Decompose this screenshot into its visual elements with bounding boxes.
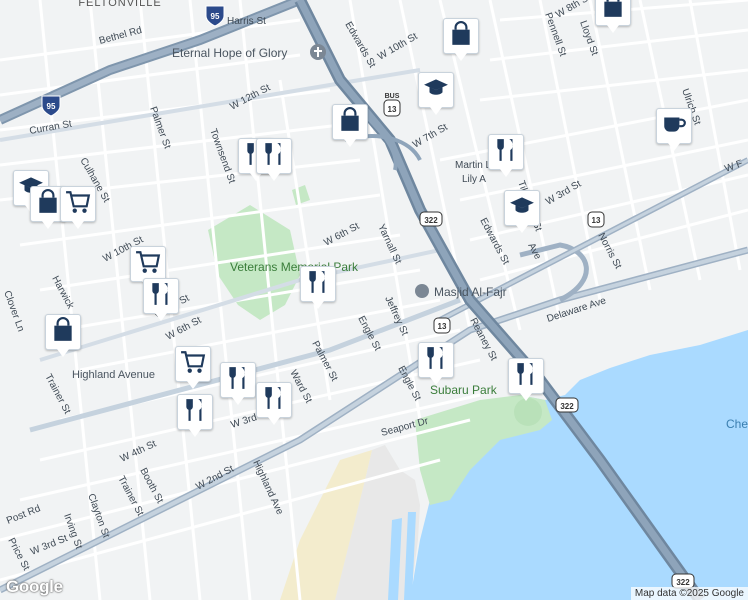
place-eltonville: FELTONVILLE (78, 0, 161, 9)
marker-restaurant-9[interactable] (256, 382, 292, 425)
marker-restaurant-2[interactable] (488, 134, 524, 177)
marker-school-1[interactable] (418, 72, 454, 115)
stadium-green (514, 398, 542, 426)
marker-restaurant-6[interactable] (418, 342, 454, 385)
marker-shopping-2[interactable] (332, 104, 368, 147)
restaurant-icon (225, 365, 251, 396)
svg-text:322: 322 (560, 402, 574, 411)
restaurant-icon (513, 361, 539, 392)
shopping-bag-icon (448, 20, 474, 52)
restaurant-icon (261, 141, 287, 172)
svg-text:Veterans Memorial Park: Veterans Memorial Park (230, 260, 359, 274)
marker-restaurant-5[interactable] (256, 138, 292, 181)
marker-restaurant-8[interactable] (220, 362, 256, 405)
map-canvas[interactable]: 95 95 BUS 13 322 13 13 322 322 FELTONVIL… (0, 0, 748, 600)
street-martin: Martin L (455, 160, 492, 171)
restaurant-icon (493, 137, 519, 168)
restaurant-icon (423, 345, 449, 376)
coffee-cup-icon (661, 111, 687, 142)
place-chester: Che (726, 417, 748, 431)
svg-text:13: 13 (388, 105, 397, 114)
marker-cart-3[interactable] (175, 346, 211, 389)
shield-us322-a: 322 (419, 211, 443, 227)
shield-us13-b: 13 (433, 317, 451, 334)
restaurant-icon (148, 281, 174, 312)
marker-shopping-1[interactable] (443, 18, 479, 61)
marker-cart-2[interactable] (130, 246, 166, 289)
restaurant-icon (182, 397, 208, 428)
map-attribution[interactable]: Map data ©2025 Google (630, 587, 748, 600)
street-harris: Harris St (227, 16, 266, 27)
marker-restaurant-10[interactable] (177, 394, 213, 437)
marker-shopping-4[interactable] (45, 314, 81, 357)
shield-us13-a: 13 (587, 211, 605, 228)
marker-cart-1[interactable] (60, 186, 96, 229)
svg-text:13: 13 (592, 216, 601, 225)
google-logo[interactable]: Google (6, 577, 63, 597)
restaurant-icon (261, 385, 287, 416)
marker-shopping-top-right[interactable] (595, 0, 631, 33)
shield-us13-bus: BUS 13 (383, 93, 401, 117)
school-icon (509, 193, 535, 224)
poi-subaru-park[interactable]: Subaru Park (430, 383, 498, 397)
poi-veterans-memorial-park[interactable]: Veterans Memorial Park (230, 260, 359, 274)
svg-text:Eternal Hope of Glory: Eternal Hope of Glory (172, 46, 287, 60)
marker-restaurant-4[interactable] (143, 278, 179, 321)
svg-text:Masjid Al-Fajr: Masjid Al-Fajr (434, 285, 507, 299)
street-lily: Lily A (462, 174, 486, 185)
svg-text:322: 322 (676, 578, 690, 587)
shopping-cart-icon (180, 349, 206, 380)
svg-text:Subaru Park: Subaru Park (430, 383, 498, 397)
shopping-bag-icon (600, 0, 626, 24)
shopping-bag-icon (35, 188, 61, 220)
shopping-bag-icon (337, 106, 363, 138)
school-icon (423, 75, 449, 106)
marker-cafe-1[interactable] (656, 108, 692, 151)
svg-text:95: 95 (211, 12, 220, 21)
svg-text:95: 95 (47, 102, 56, 111)
shopping-cart-icon (135, 249, 161, 280)
shopping-bag-icon (50, 316, 76, 348)
marker-restaurant-3[interactable] (300, 266, 336, 309)
svg-text:BUS: BUS (385, 93, 400, 100)
restaurant-icon (305, 269, 331, 300)
street-highland-label: Highland Avenue (72, 369, 155, 381)
svg-text:322: 322 (424, 216, 438, 225)
shield-us322-c: 322 (671, 573, 695, 589)
marker-restaurant-7[interactable] (508, 358, 544, 401)
shopping-cart-icon (65, 189, 91, 220)
shield-us322-b: 322 (555, 397, 579, 413)
marker-school-2[interactable] (504, 190, 540, 233)
svg-text:13: 13 (438, 322, 447, 331)
